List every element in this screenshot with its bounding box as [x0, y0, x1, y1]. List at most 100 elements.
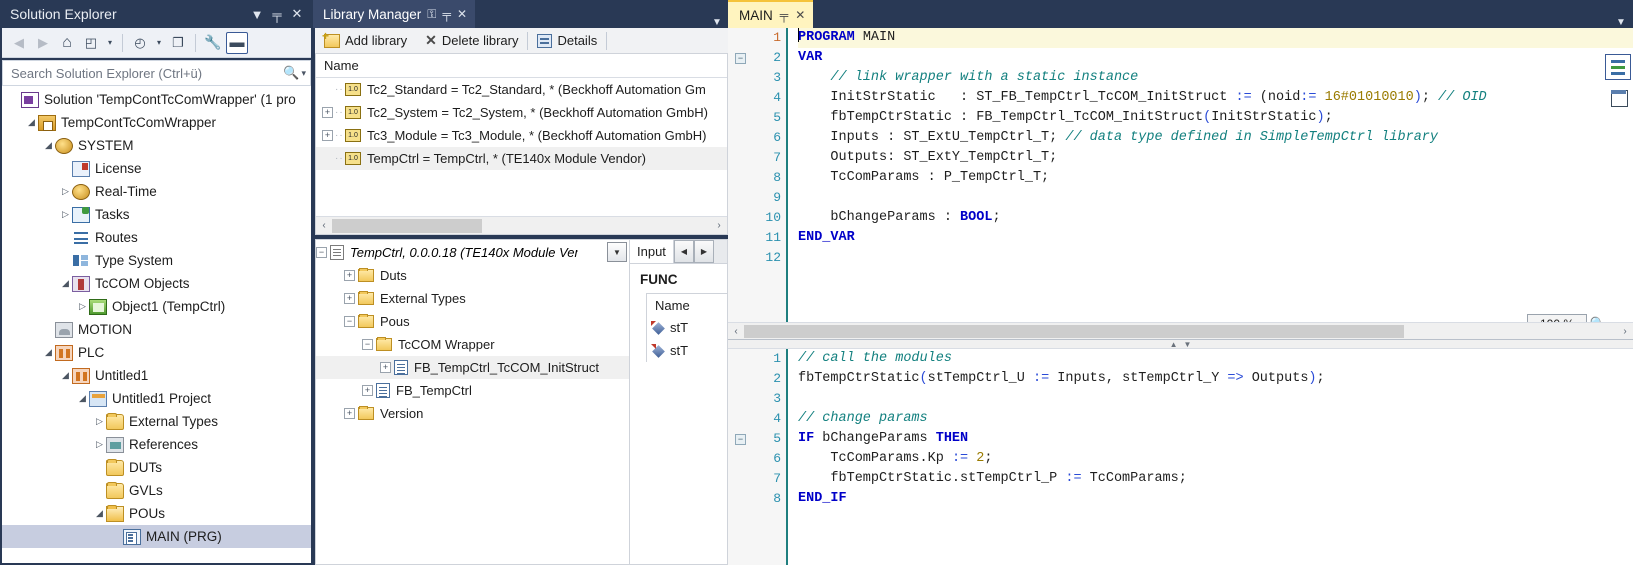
- code-line[interactable]: TcComParams : P_TempCtrl_T;: [798, 168, 1633, 188]
- tree-item-external-types[interactable]: ▷ External Types: [2, 410, 311, 433]
- expand-icon[interactable]: ▷: [93, 438, 106, 451]
- libtree-item-tccom-wrapper[interactable]: − TcCOM Wrapper: [316, 333, 629, 356]
- libtree-item-fb-tempctrl[interactable]: + FB_TempCtrl: [316, 379, 629, 402]
- tree-item-plc[interactable]: ◢ PLC: [2, 341, 311, 364]
- tree-item-type-system[interactable]: Type System: [2, 249, 311, 272]
- scrollbar-thumb[interactable]: [744, 324, 1404, 338]
- code-line[interactable]: // call the modules: [798, 349, 1633, 369]
- library-row-tc3-module[interactable]: + ·· 1.0 Tc3_Module = Tc3_Module, * (Beckho…: [316, 124, 727, 147]
- tree-item-license[interactable]: License: [2, 157, 311, 180]
- library-row-tempctrl[interactable]: ·· 1.0 TempCtrl = TempCtrl, * (TE140x Modu…: [316, 147, 727, 170]
- details-row[interactable]: stT: [647, 339, 727, 362]
- libtree-item-duts[interactable]: + Duts: [316, 264, 629, 287]
- close-icon[interactable]: ✕: [457, 7, 467, 21]
- code-line[interactable]: [798, 188, 1633, 208]
- collapse-icon[interactable]: ◢: [42, 139, 55, 152]
- scroll-left-icon[interactable]: ‹: [316, 220, 332, 231]
- library-row-tc2-standard[interactable]: ·· 1.0 Tc2_Standard = Tc2_Standard, * (Bec…: [316, 78, 727, 101]
- expand-icon[interactable]: +: [344, 293, 355, 304]
- lock-icon[interactable]: ⚿: [427, 7, 436, 22]
- code-line[interactable]: Inputs : ST_ExtU_TempCtrl_T; // data typ…: [798, 128, 1633, 148]
- declaration-code[interactable]: PROGRAM MAIN VAR // link wrapper with a s…: [788, 28, 1633, 339]
- back-button[interactable]: ◀: [8, 32, 30, 54]
- code-line[interactable]: [798, 248, 1633, 268]
- expand-icon[interactable]: +: [344, 270, 355, 281]
- collapse-all-button[interactable]: ❐: [167, 32, 189, 54]
- tree-item-real-time[interactable]: ▷ Real-Time: [2, 180, 311, 203]
- scroll-right-icon[interactable]: ›: [711, 220, 727, 231]
- scroll-right-icon[interactable]: ›: [1617, 326, 1633, 337]
- library-tree[interactable]: − TempCtrl, 0.0.0.18 (TE140x Module Vend…: [315, 239, 630, 565]
- expand-icon[interactable]: ▷: [59, 208, 72, 221]
- code-line[interactable]: END_IF: [798, 489, 1633, 509]
- code-line[interactable]: // link wrapper with a static instance: [798, 68, 1633, 88]
- dropdown-icon[interactable]: ▼: [247, 4, 267, 24]
- implementation-code[interactable]: // call the modules fbTempCtrStatic(stTem…: [788, 349, 1633, 565]
- splitter-down-icon[interactable]: ▼: [1184, 340, 1192, 349]
- library-selector-dropdown[interactable]: ▼: [607, 242, 627, 262]
- libtree-item-pous[interactable]: − Pous: [316, 310, 629, 333]
- preview-selected-items-button[interactable]: ▬: [226, 31, 248, 54]
- code-line[interactable]: fbTempCtrStatic(stTempCtrl_U := Inputs, …: [798, 369, 1633, 389]
- tree-item-motion[interactable]: MOTION: [2, 318, 311, 341]
- code-line[interactable]: END_VAR: [798, 228, 1633, 248]
- expand-icon[interactable]: +: [380, 362, 391, 373]
- solution-tree[interactable]: Solution 'TempContTcComWrapper' (1 pro ◢ T…: [2, 86, 311, 563]
- code-line[interactable]: // change params: [798, 409, 1633, 429]
- home-button[interactable]: ⌂: [56, 32, 78, 54]
- tree-item-object1[interactable]: ▷ Object1 (TempCtrl): [2, 295, 311, 318]
- collapse-icon[interactable]: −: [344, 316, 355, 327]
- collapse-icon[interactable]: ◢: [59, 369, 72, 382]
- tab-library-manager[interactable]: Library Manager ⚿ ╤ ✕: [313, 0, 476, 28]
- forward-button[interactable]: ▶: [32, 32, 54, 54]
- pin-icon[interactable]: ╤: [780, 8, 789, 22]
- expand-icon[interactable]: +: [362, 385, 373, 396]
- collapse-icon[interactable]: ◢: [42, 346, 55, 359]
- tree-item-system[interactable]: ◢ SYSTEM: [2, 134, 311, 157]
- tree-item-gvls[interactable]: GVLs: [2, 479, 311, 502]
- library-grid-hscrollbar[interactable]: ‹ ›: [316, 216, 727, 234]
- libtree-item-external-types[interactable]: + External Types: [316, 287, 629, 310]
- code-line[interactable]: fbTempCtrStatic : FB_TempCtrl_TcCOM_Init…: [798, 108, 1633, 128]
- collapse-icon[interactable]: ◢: [25, 116, 38, 129]
- show-all-files-button[interactable]: ◰: [80, 32, 102, 54]
- pin-icon[interactable]: ╤: [442, 7, 451, 21]
- collapse-icon[interactable]: −: [316, 246, 327, 258]
- outline-view-icon[interactable]: [1605, 54, 1631, 80]
- declaration-fold-column[interactable]: −: [728, 28, 754, 339]
- search-solution-explorer[interactable]: Search Solution Explorer (Ctrl+ü) 🔍 ▾: [2, 60, 311, 86]
- table-view-icon[interactable]: [1605, 84, 1631, 110]
- library-tree-rows[interactable]: + Duts + External Types − Pous − TcCOM Wrapper +…: [316, 264, 629, 425]
- code-line[interactable]: Outputs: ST_ExtY_TempCtrl_T;: [798, 148, 1633, 168]
- show-all-files-dropdown[interactable]: ▾: [104, 32, 116, 54]
- close-icon[interactable]: ✕: [795, 8, 805, 22]
- details-tab-next-button[interactable]: ▶: [693, 240, 714, 263]
- close-icon[interactable]: ✕: [287, 4, 307, 24]
- libtree-item-fb-tempctrl-tccom-initstruct[interactable]: + FB_TempCtrl_TcCOM_InitStruct: [316, 356, 629, 379]
- editor-tabstrip-dropdown-icon[interactable]: ▼: [1609, 17, 1633, 28]
- code-line[interactable]: VAR: [798, 48, 1633, 68]
- search-input[interactable]: Search Solution Explorer (Ctrl+ü): [11, 66, 283, 81]
- expand-icon[interactable]: +: [322, 107, 333, 118]
- delete-library-button[interactable]: ✕ Delete library: [416, 28, 527, 53]
- tree-item-untitled1-project[interactable]: ◢ Untitled1 Project: [2, 387, 311, 410]
- details-row[interactable]: stT: [647, 316, 727, 339]
- tree-item-pous[interactable]: ◢ POUs: [2, 502, 311, 525]
- declaration-pane[interactable]: − 1 2 3 4 5 6 7 8 9 10 11 12 PROGRAM MAIN VAR // lin…: [728, 28, 1633, 340]
- pending-changes-dropdown[interactable]: ▾: [153, 32, 165, 54]
- collapse-icon[interactable]: ◢: [93, 507, 106, 520]
- tree-item-tasks[interactable]: ▷ Tasks: [2, 203, 311, 226]
- pin-icon[interactable]: ╤: [267, 4, 287, 24]
- collapse-icon[interactable]: −: [362, 339, 373, 350]
- tree-item-tempconttccomwrapper[interactable]: ◢ TempContTcComWrapper: [2, 111, 311, 134]
- expand-icon[interactable]: ▷: [59, 185, 72, 198]
- tree-item-solution[interactable]: Solution 'TempContTcComWrapper' (1 pro: [2, 88, 311, 111]
- tree-item-untitled1[interactable]: ◢ Untitled1: [2, 364, 311, 387]
- tree-item-tccom-objects[interactable]: ◢ TcCOM Objects: [2, 272, 311, 295]
- declaration-hscrollbar[interactable]: ‹ ›: [728, 322, 1633, 339]
- expand-icon[interactable]: +: [344, 408, 355, 419]
- code-line[interactable]: IF bChangeParams THEN: [798, 429, 1633, 449]
- tree-item-references[interactable]: ▷ References: [2, 433, 311, 456]
- collapse-icon[interactable]: ◢: [59, 277, 72, 290]
- tab-main[interactable]: MAIN ╤ ✕: [728, 0, 814, 28]
